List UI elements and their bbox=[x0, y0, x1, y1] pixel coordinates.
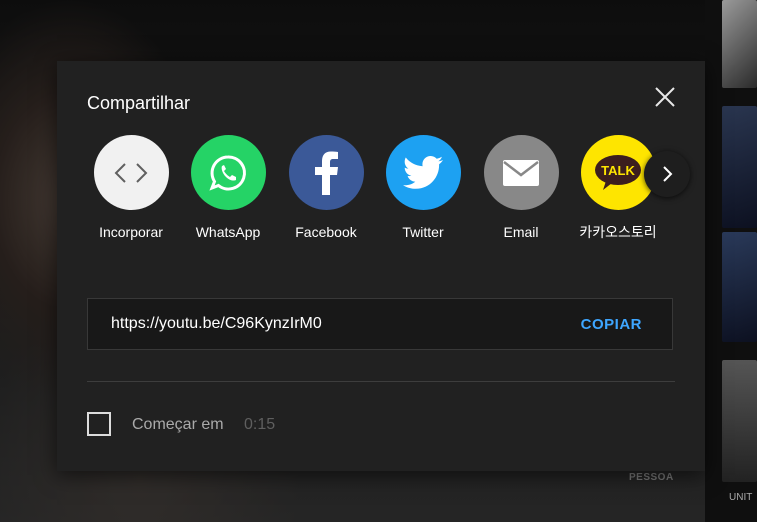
share-email-button[interactable]: Email bbox=[473, 135, 569, 242]
next-share-options-button[interactable] bbox=[644, 151, 690, 197]
share-option-label: WhatsApp bbox=[195, 224, 261, 240]
embed-code-icon bbox=[93, 135, 169, 210]
email-icon bbox=[483, 135, 559, 210]
share-option-label: Facebook bbox=[295, 224, 357, 240]
twitter-icon bbox=[385, 135, 461, 210]
share-option-label: Twitter bbox=[402, 224, 444, 240]
close-icon bbox=[655, 87, 675, 107]
share-embed-button[interactable]: Incorporar bbox=[83, 135, 179, 242]
svg-text:TALK: TALK bbox=[601, 163, 635, 178]
start-at-label: Começar em bbox=[132, 416, 224, 433]
sidebar-caption: UNIT bbox=[729, 492, 753, 503]
recommendation-thumbnail[interactable] bbox=[722, 232, 757, 342]
share-option-label: 카카오스토리 bbox=[579, 224, 657, 240]
share-whatsapp-button[interactable]: WhatsApp bbox=[180, 135, 276, 242]
share-dialog: Compartilhar Incorporar WhatsApp Faceboo… bbox=[57, 61, 705, 471]
whatsapp-icon bbox=[190, 135, 266, 210]
share-url-field[interactable]: https://youtu.be/C96KynzIrM0 COPIAR bbox=[87, 298, 673, 350]
share-facebook-button[interactable]: Facebook bbox=[278, 135, 374, 242]
divider bbox=[87, 381, 675, 382]
copy-button[interactable]: COPIAR bbox=[581, 316, 642, 333]
start-at-time-input[interactable]: 0:15 bbox=[244, 416, 275, 434]
start-at-checkbox[interactable] bbox=[87, 412, 111, 436]
share-twitter-button[interactable]: Twitter bbox=[375, 135, 471, 242]
share-option-label: Incorporar bbox=[99, 224, 163, 240]
close-button[interactable] bbox=[653, 85, 677, 109]
share-url-text[interactable]: https://youtu.be/C96KynzIrM0 bbox=[111, 315, 322, 333]
chevron-right-icon bbox=[663, 166, 673, 182]
recommendation-thumbnail[interactable] bbox=[722, 0, 757, 88]
recommendation-thumbnail[interactable] bbox=[722, 360, 757, 482]
recommendation-thumbnail[interactable] bbox=[722, 106, 757, 228]
facebook-icon bbox=[288, 135, 364, 210]
share-option-label: Email bbox=[503, 224, 539, 240]
video-caption-text: PESSOA bbox=[629, 472, 674, 483]
dialog-title: Compartilhar bbox=[87, 93, 191, 113]
